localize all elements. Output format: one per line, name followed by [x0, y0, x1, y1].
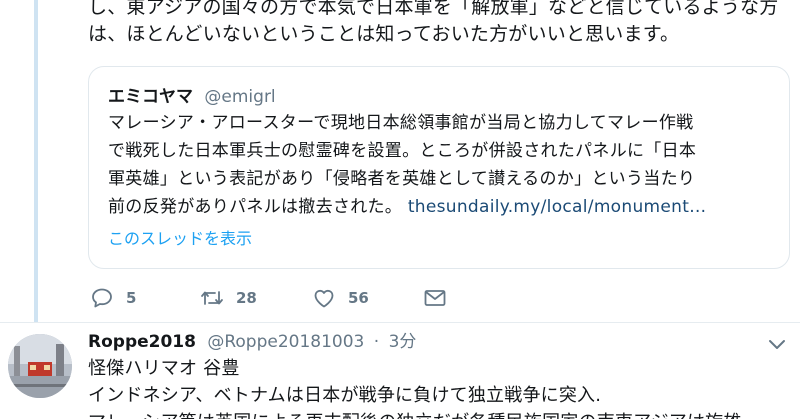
- reply-author-name[interactable]: Roppe2018: [88, 332, 196, 352]
- like-count: 56: [348, 289, 369, 307]
- quoted-text-line: 前の反発がありパネルは撤去された。 thesundaily.my/local/m…: [108, 193, 778, 221]
- tweet-text-line: は、ほとんどいないということは知っておいた方がいいと思います。: [88, 23, 680, 45]
- reply-count: 5: [126, 289, 137, 307]
- reply-text-line: 怪傑ハリマオ 谷豊: [88, 358, 240, 379]
- quoted-text-segment: 前の反発がありパネルは撤去された。: [108, 197, 403, 217]
- avatar[interactable]: [8, 334, 72, 398]
- direct-message-button[interactable]: [423, 286, 447, 310]
- like-button[interactable]: 56: [312, 286, 369, 310]
- retweet-icon: [201, 291, 223, 305]
- reply-text-line: マレーシア等は英国による再支配後の独立だが各種民族国家の南東アジアは旋雄: [88, 409, 788, 419]
- header-separator: ·: [373, 332, 380, 352]
- reply-timestamp[interactable]: 3分: [389, 332, 417, 352]
- tweet-text: し、東アジアの国々の方で本気で日本軍を「解放軍」などと信じているような方 は、ほ…: [88, 0, 788, 48]
- quoted-text-line: で戦死した日本軍兵士の慰霊碑を設置。ところが併設されたパネルに「日本: [108, 141, 697, 161]
- reply-text-line: インドネシア、ベトナムは日本が戦争に負けて独立戦争に突入.: [88, 385, 602, 406]
- chevron-down-icon[interactable]: [765, 336, 789, 354]
- reply-author-handle[interactable]: @Roppe20181003: [207, 332, 364, 352]
- retweet-count: 28: [236, 289, 257, 307]
- reply-icon: [92, 288, 112, 308]
- retweet-button[interactable]: 28: [200, 286, 257, 310]
- heart-icon: [314, 289, 334, 308]
- quoted-author-name[interactable]: エミコヤマ: [108, 87, 193, 107]
- avatar-image: [8, 334, 72, 398]
- tweet-text-line: し、東アジアの国々の方で本気で日本軍を「解放軍」などと信じているような方: [88, 0, 779, 18]
- quoted-tweet-body: マレーシア・アロースターで現地日本総領事館が当局と協力してマレー作戦 で戦死した…: [108, 109, 778, 221]
- quoted-text-line: 軍英雄」という表記があり「侵略者を英雄として讃えるのか」という当たり: [108, 169, 696, 189]
- show-thread-link[interactable]: このスレッドを表示: [108, 225, 252, 249]
- reply-header: Roppe2018 @Roppe20181003 · 3分: [88, 327, 416, 352]
- reply-body: 怪傑ハリマオ 谷豊 インドネシア、ベトナムは日本が戦争に負けて独立戦争に突入. …: [88, 355, 788, 419]
- quoted-link[interactable]: thesundaily.my/local/monument…: [408, 197, 707, 217]
- quoted-tweet-header: エミコヤマ @emigrl: [108, 82, 276, 107]
- tweet-divider: [0, 322, 800, 323]
- envelope-icon: [424, 290, 446, 306]
- tweet-actions: 5 28 56: [88, 286, 788, 312]
- quoted-tweet-card[interactable]: エミコヤマ @emigrl マレーシア・アロースターで現地日本総領事館が当局と協…: [88, 66, 790, 269]
- quoted-text-line: マレーシア・アロースターで現地日本総領事館が当局と協力してマレー作戦: [108, 113, 694, 133]
- thread-connector-line: [34, 0, 38, 322]
- quoted-author-handle[interactable]: @emigrl: [204, 87, 275, 107]
- reply-button[interactable]: 5: [90, 286, 136, 310]
